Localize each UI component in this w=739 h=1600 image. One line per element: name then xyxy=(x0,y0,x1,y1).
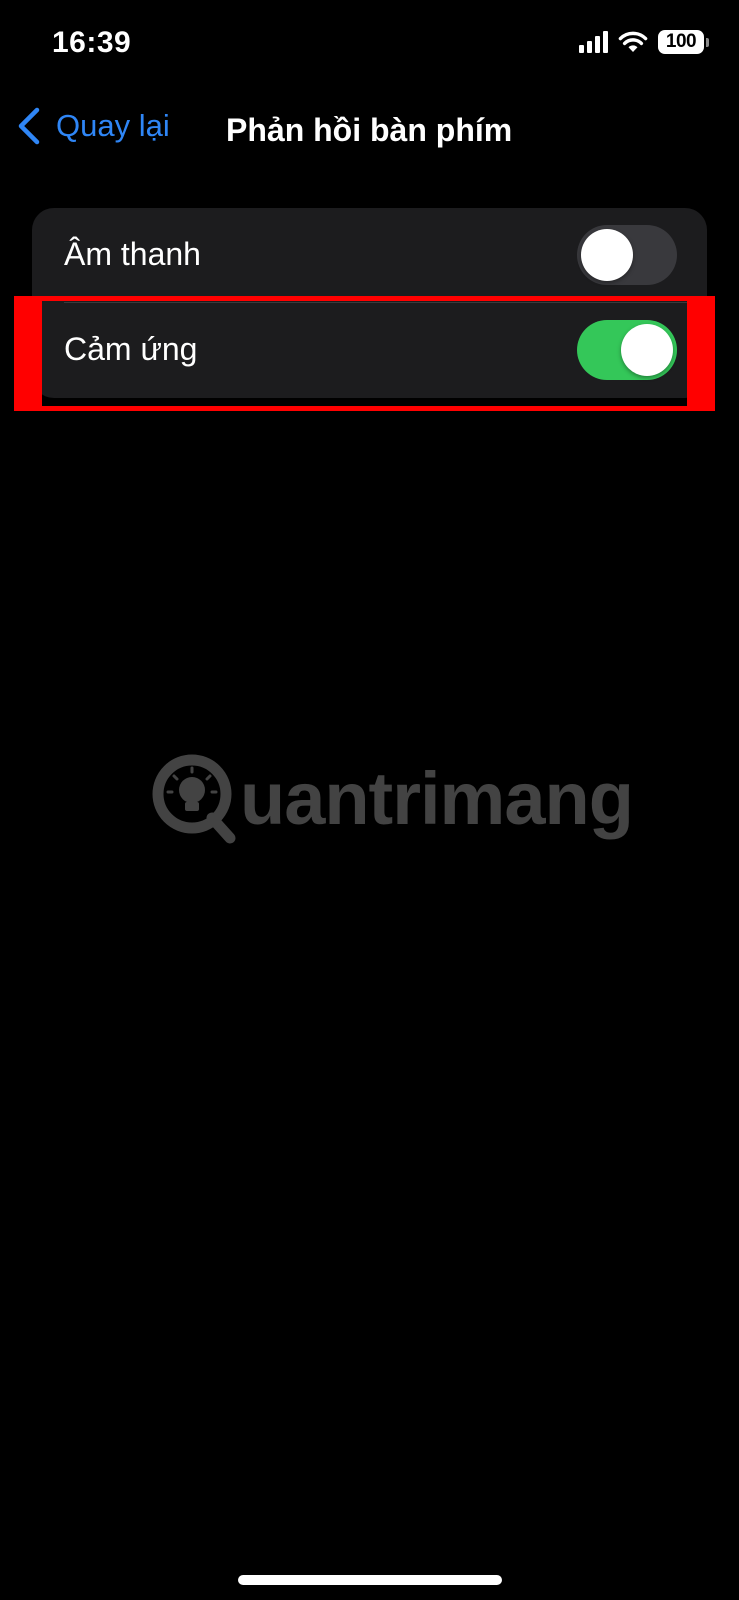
home-indicator[interactable] xyxy=(238,1575,502,1585)
settings-row-sound: Âm thanh xyxy=(32,208,707,303)
chevron-left-icon xyxy=(18,107,40,145)
haptic-toggle[interactable] xyxy=(577,320,677,380)
toggle-knob xyxy=(581,229,633,281)
status-time: 16:39 xyxy=(52,26,132,59)
watermark: uantrimang xyxy=(150,752,634,844)
sound-toggle[interactable] xyxy=(577,225,677,285)
battery-level: 100 xyxy=(658,30,704,54)
battery-icon: 100 xyxy=(658,30,709,54)
back-label: Quay lại xyxy=(56,108,170,143)
cellular-signal-icon xyxy=(579,31,608,53)
sound-label: Âm thanh xyxy=(64,236,201,272)
toggle-knob xyxy=(621,324,673,376)
settings-row-haptic: Cảm ứng xyxy=(32,303,707,398)
haptic-label: Cảm ứng xyxy=(64,331,198,367)
lightbulb-logo-icon xyxy=(152,754,236,844)
status-bar: 16:39 100 xyxy=(0,0,739,90)
settings-group: Âm thanh Cảm ứng xyxy=(32,208,707,398)
status-icons: 100 xyxy=(579,30,709,54)
page-title: Phản hồi bàn phím xyxy=(226,112,513,148)
watermark-text: uantrimang xyxy=(240,756,634,840)
back-button[interactable]: Quay lại xyxy=(16,106,170,146)
navigation-bar: Quay lại Phản hồi bàn phím xyxy=(0,96,739,166)
wifi-icon xyxy=(618,31,648,52)
